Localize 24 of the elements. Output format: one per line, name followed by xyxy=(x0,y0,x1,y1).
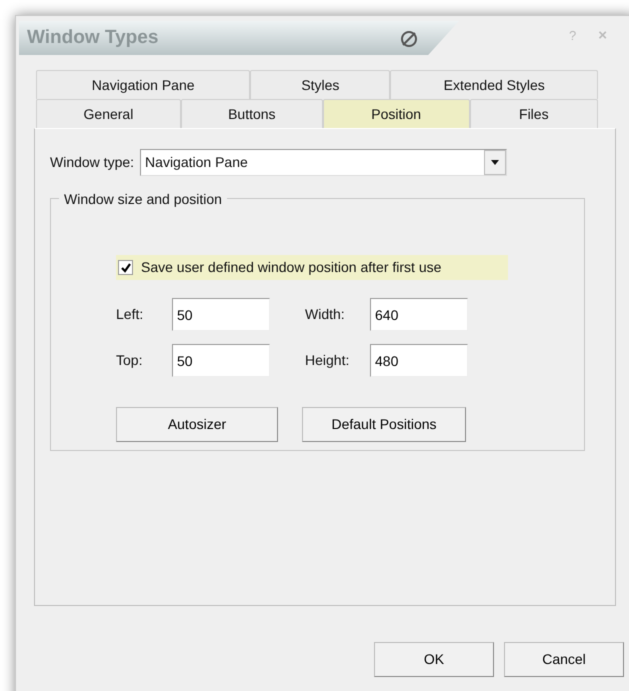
input-field[interactable]: 640 xyxy=(370,298,468,331)
tab[interactable]: Navigation Pane xyxy=(36,70,250,99)
input-field[interactable]: 50 xyxy=(172,344,270,377)
input-field[interactable]: 480 xyxy=(370,344,468,377)
checkbox-row[interactable]: Save user defined window position after first use xyxy=(116,255,508,280)
ok-button[interactable]: OK xyxy=(374,642,494,677)
window-title: Window Types xyxy=(27,26,158,50)
field-label: Width: xyxy=(305,305,346,324)
cancel-button[interactable]: Cancel xyxy=(504,642,624,677)
field-label: Window type: xyxy=(50,153,134,172)
tab[interactable]: Position xyxy=(322,99,470,128)
window-type-dropdown[interactable]: Navigation Pane xyxy=(140,149,508,176)
action-button[interactable]: Default Positions xyxy=(302,407,466,442)
action-button[interactable]: Autosizer xyxy=(116,407,278,442)
tab[interactable]: Files xyxy=(470,99,598,128)
field-label: Top: xyxy=(116,351,144,370)
field-label: Left: xyxy=(116,305,144,324)
tab[interactable]: General xyxy=(36,99,181,128)
field-label: Height: xyxy=(305,351,350,370)
input-field[interactable]: 50 xyxy=(172,298,270,331)
checkbox[interactable] xyxy=(118,260,133,275)
tab[interactable]: Styles xyxy=(250,70,390,99)
tab[interactable]: Buttons xyxy=(180,99,323,128)
tab[interactable]: Extended Styles xyxy=(390,70,598,99)
